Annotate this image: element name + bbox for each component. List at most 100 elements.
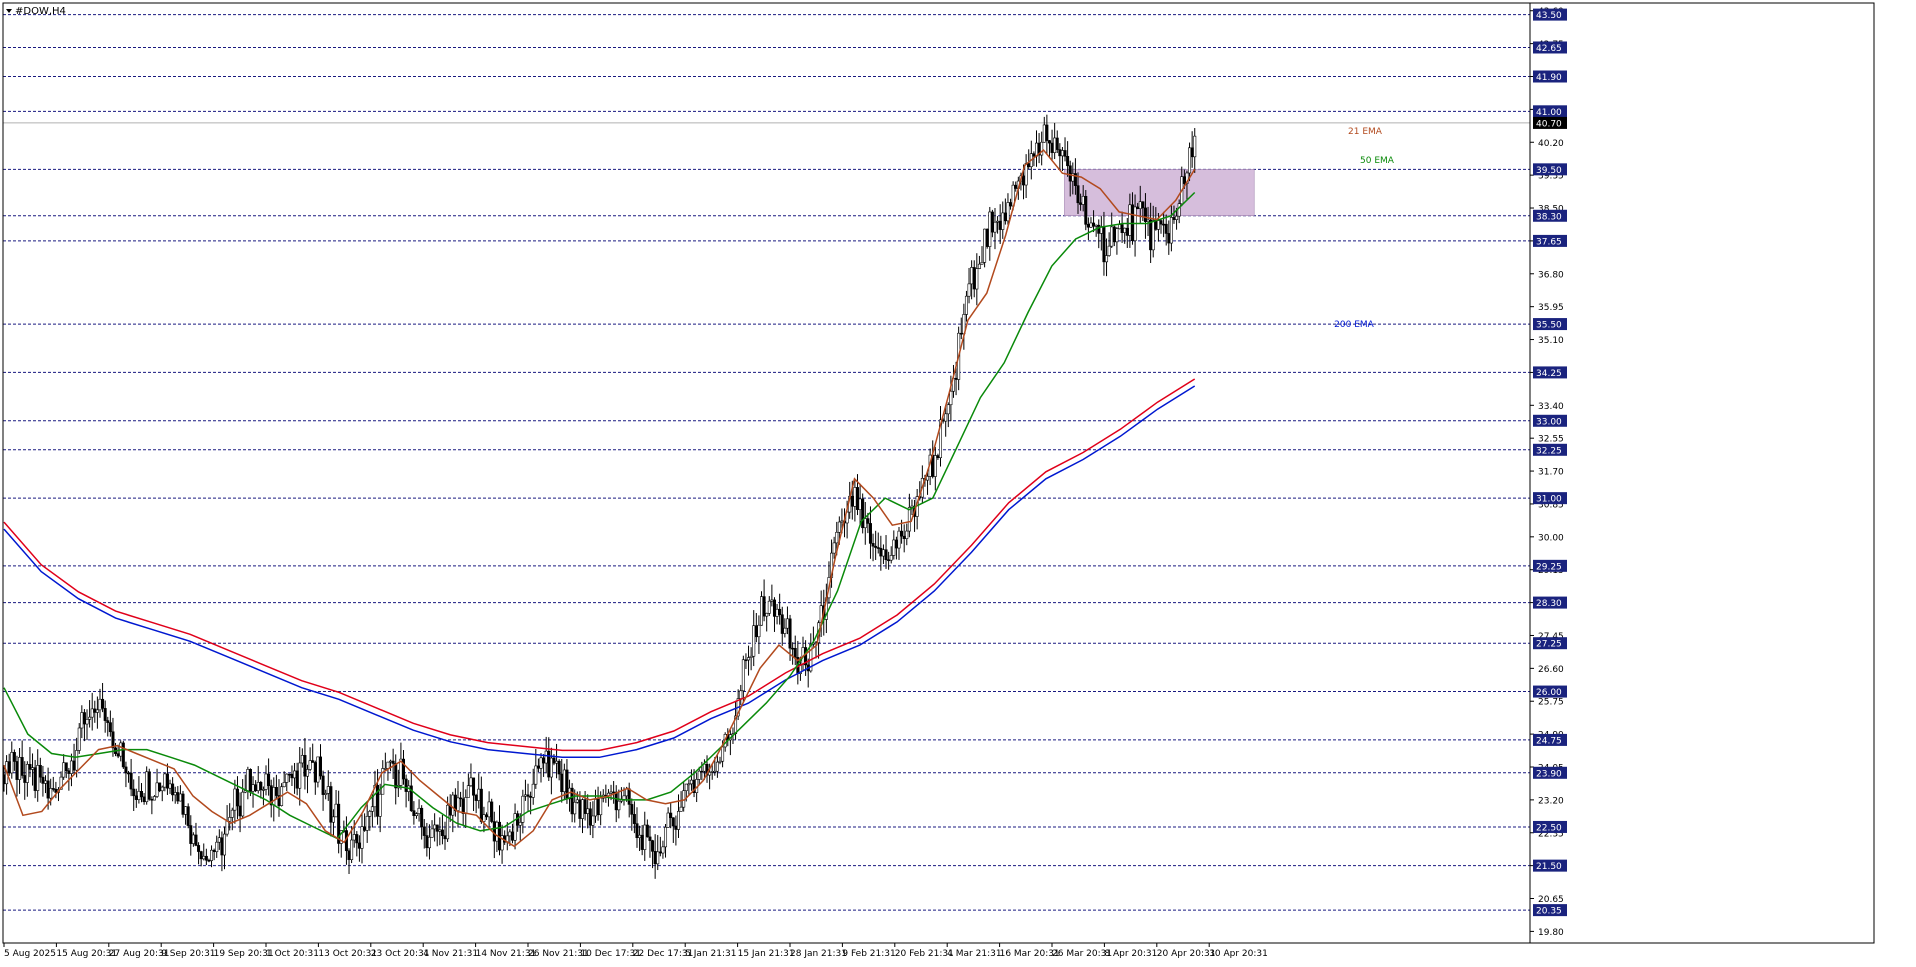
chart-window[interactable]: 21 EMA50 EMA200 EMA 19.8020.6521.5022.35…: [0, 0, 1916, 963]
candle-body: [383, 768, 387, 770]
candle-body: [557, 760, 561, 775]
candle-body: [217, 837, 221, 843]
candle-body: [1136, 206, 1140, 209]
candle-body: [197, 845, 201, 852]
level-price-tag-text: 28.30: [1536, 599, 1562, 609]
candle-body: [23, 775, 27, 783]
candle-body: [495, 821, 499, 842]
candle-body: [653, 851, 657, 865]
candle-body: [1084, 195, 1088, 225]
candle-body: [363, 826, 367, 831]
candle-body: [549, 757, 553, 778]
candle-body: [230, 809, 234, 818]
level-price-tag-text: 26.00: [1536, 688, 1562, 698]
candle-body: [7, 761, 11, 774]
candle-body: [1175, 215, 1179, 220]
candle-body: [298, 762, 302, 789]
candle-body: [996, 220, 1000, 223]
candle-body: [767, 600, 771, 614]
candle-body: [461, 798, 465, 814]
consolidation-zone-rect: [1064, 169, 1255, 217]
level-price-tag-text: 22.50: [1536, 823, 1562, 833]
candle-body: [290, 773, 294, 779]
candle-body: [674, 825, 678, 830]
candle-body: [555, 760, 559, 764]
candle-body: [207, 859, 211, 862]
candle-body: [547, 750, 551, 778]
candle-body: [863, 518, 867, 529]
candle-body: [394, 763, 398, 789]
candle-body: [744, 659, 748, 662]
candle-body: [72, 760, 76, 771]
candle-body: [985, 228, 989, 247]
candle-body: [355, 834, 359, 844]
time-tick-label: 4 Mar 21:31: [947, 949, 1001, 959]
candle-body: [306, 769, 310, 777]
candle-body: [235, 788, 239, 807]
candle-body: [640, 834, 644, 850]
candle-body: [523, 794, 527, 797]
candle-body: [710, 771, 714, 773]
time-tick-label: 5 Aug 2025: [4, 949, 56, 959]
candle-body: [1182, 176, 1186, 184]
candle-body: [129, 772, 133, 790]
price-tick-label: 19.80: [1538, 928, 1564, 938]
candle-body: [1032, 153, 1036, 157]
candle-body: [251, 784, 255, 792]
candle-body: [1027, 163, 1031, 168]
candle-body: [28, 764, 32, 770]
candle-body: [791, 647, 795, 650]
candle-body: [1006, 202, 1010, 222]
candle-body: [560, 773, 564, 792]
candle-body: [51, 788, 55, 790]
candle-body: [793, 648, 797, 658]
candle-body: [313, 762, 317, 783]
candle-body: [184, 806, 188, 815]
candle-body: [331, 816, 335, 823]
candle-body: [757, 624, 761, 638]
level-price-tag-text: 29.25: [1536, 562, 1562, 572]
candle-body: [233, 788, 237, 811]
candle-body: [435, 824, 439, 832]
candle-body: [365, 815, 369, 831]
candle-body: [1125, 227, 1129, 236]
candle-body: [783, 627, 787, 634]
candle-body: [142, 796, 146, 803]
candle-body: [82, 712, 86, 725]
candle-body: [900, 530, 904, 537]
candle-body: [264, 773, 268, 790]
candle-body: [702, 763, 706, 772]
candle-body: [168, 783, 172, 789]
candle-body: [127, 772, 131, 775]
candle-body: [106, 720, 110, 723]
candle-body: [108, 722, 112, 733]
candle-body: [1001, 212, 1005, 230]
level-price-tag-text: 32.25: [1536, 446, 1562, 456]
candle-body: [850, 495, 854, 507]
candle-body: [1060, 150, 1064, 157]
candle-body: [329, 786, 333, 823]
candle-body: [311, 760, 315, 763]
candle-body: [889, 555, 893, 561]
candle-body: [676, 811, 680, 830]
price-chart[interactable]: 21 EMA50 EMA200 EMA 19.8020.6521.5022.35…: [0, 0, 1916, 963]
candle-body: [645, 824, 649, 838]
candle-body: [529, 796, 533, 798]
candle-body: [391, 760, 395, 764]
candle-body: [1089, 222, 1093, 228]
candle-body: [575, 799, 579, 803]
candle-body: [44, 780, 48, 784]
time-tick-label: 9 Sep 20:31: [161, 949, 215, 959]
candle-body: [785, 618, 789, 629]
candle-body: [438, 829, 442, 832]
candle-body: [425, 835, 429, 849]
candle-body: [894, 539, 898, 549]
candle-body: [1107, 245, 1111, 256]
price-tick-label: 23.20: [1538, 796, 1564, 806]
candle-body: [199, 851, 203, 860]
candle-body: [386, 761, 390, 769]
price-tick-label: 26.60: [1538, 665, 1564, 675]
candle-body: [718, 760, 722, 763]
candle-body: [360, 826, 364, 849]
candle-body: [274, 787, 278, 796]
